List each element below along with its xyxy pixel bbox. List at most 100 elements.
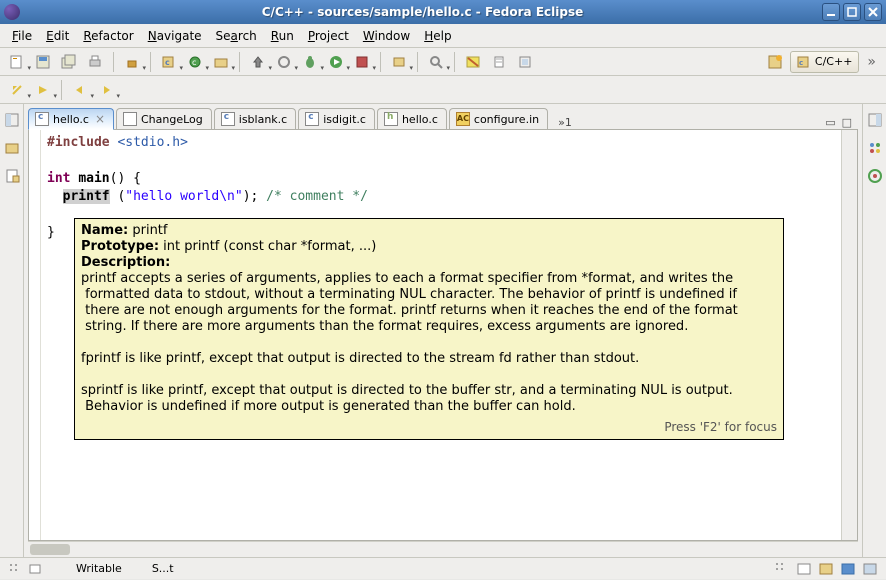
- c-file-icon: [305, 112, 319, 126]
- tab-isblank[interactable]: isblank.c: [214, 108, 296, 129]
- include-keyword: #include: [47, 135, 110, 150]
- status-properties-icon[interactable]: [862, 561, 878, 577]
- restore-left-icon[interactable]: [4, 112, 20, 128]
- build-button[interactable]: [121, 51, 143, 73]
- maximize-editor-icon[interactable]: □: [842, 116, 852, 129]
- tab-configure[interactable]: AC configure.in: [449, 108, 548, 129]
- tab-label: hello.c: [53, 113, 89, 126]
- search-button[interactable]: [425, 51, 447, 73]
- next-annotation-button[interactable]: [32, 79, 54, 101]
- new-folder-button[interactable]: [210, 51, 232, 73]
- print-button[interactable]: [84, 51, 106, 73]
- tab-label: hello.c: [402, 113, 438, 126]
- toolbar-row-2: [0, 76, 886, 104]
- status-problems-icon[interactable]: [796, 561, 812, 577]
- project-explorer-icon[interactable]: [4, 140, 20, 156]
- debug-button[interactable]: [247, 51, 269, 73]
- menu-help[interactable]: Help: [418, 27, 457, 45]
- grip-icon[interactable]: [774, 561, 786, 575]
- last-edit-button[interactable]: [6, 79, 28, 101]
- status-mode: S...t: [152, 562, 174, 575]
- include-header: <stdio.h>: [117, 135, 187, 150]
- annotation-button[interactable]: [462, 51, 484, 73]
- grip-icon[interactable]: [8, 562, 20, 576]
- forward-button[interactable]: [95, 79, 117, 101]
- menu-navigate[interactable]: Navigate: [142, 27, 208, 45]
- c-file-icon: [35, 112, 49, 126]
- svg-text:c: c: [192, 58, 196, 67]
- titlebar: C/C++ - sources/sample/hello.c - Fedora …: [0, 0, 886, 24]
- separator: [113, 52, 114, 72]
- kw-int: int: [47, 171, 70, 186]
- tooltip-name-value: printf: [132, 223, 167, 238]
- save-button[interactable]: [32, 51, 54, 73]
- tab-label: configure.in: [474, 113, 539, 126]
- external-tools-button[interactable]: [351, 51, 373, 73]
- outline-icon[interactable]: [867, 140, 883, 156]
- close-brace: }: [47, 225, 55, 240]
- new-button[interactable]: [6, 51, 28, 73]
- tab-changelog[interactable]: ChangeLog: [116, 108, 212, 129]
- menu-window[interactable]: Window: [357, 27, 416, 45]
- menu-file[interactable]: File: [6, 27, 38, 45]
- tab-hello-c-active[interactable]: hello.c ×: [28, 108, 114, 130]
- menu-project[interactable]: Project: [302, 27, 355, 45]
- more-tabs-indicator[interactable]: »1: [554, 116, 576, 129]
- svg-text:c: c: [799, 59, 803, 67]
- menu-edit[interactable]: Edit: [40, 27, 75, 45]
- separator: [239, 52, 240, 72]
- minimize-editor-icon[interactable]: ▭: [825, 116, 835, 129]
- status-console-icon[interactable]: [840, 561, 856, 577]
- h-file-icon: [384, 112, 398, 126]
- perspective-more[interactable]: »: [863, 54, 880, 70]
- fn-printf: printf: [63, 189, 110, 204]
- tab-isdigit[interactable]: isdigit.c: [298, 108, 375, 129]
- main-sig: () {: [110, 171, 141, 186]
- editor-tabstrip: hello.c × ChangeLog isblank.c isdigit.c …: [28, 108, 858, 130]
- separator: [417, 52, 418, 72]
- perspective-label: C/C++: [815, 55, 853, 68]
- toggle-mark-button[interactable]: [488, 51, 510, 73]
- scroll-thumb[interactable]: [30, 544, 70, 555]
- left-trim: [0, 104, 24, 557]
- close-button[interactable]: [864, 3, 882, 21]
- vertical-scrollbar[interactable]: [841, 130, 857, 540]
- navigator-icon[interactable]: [4, 168, 20, 184]
- separator: [150, 52, 151, 72]
- minimize-button[interactable]: [822, 3, 840, 21]
- perspective-c-cpp[interactable]: c C/C++: [790, 51, 860, 73]
- menu-refactor[interactable]: Refactor: [77, 27, 139, 45]
- bug-button[interactable]: [299, 51, 321, 73]
- window-title: C/C++ - sources/sample/hello.c - Fedora …: [26, 5, 819, 19]
- c-file-icon: [221, 112, 235, 126]
- status-tasks-icon[interactable]: [818, 561, 834, 577]
- new-c-project-button[interactable]: c: [158, 51, 180, 73]
- svg-text:c: c: [165, 58, 170, 67]
- menubar: File Edit Refactor Navigate Search Run P…: [0, 24, 886, 48]
- tooltip-proto-label: Prototype:: [81, 239, 159, 254]
- run-button[interactable]: [325, 51, 347, 73]
- status-toggle-icon[interactable]: [24, 558, 46, 580]
- block-select-button[interactable]: [514, 51, 536, 73]
- back-button[interactable]: [69, 79, 91, 101]
- profile-button[interactable]: [273, 51, 295, 73]
- changelog-file-icon: [123, 112, 137, 126]
- maximize-button[interactable]: [843, 3, 861, 21]
- horizontal-scrollbar[interactable]: [28, 541, 858, 557]
- separator: [454, 52, 455, 72]
- restore-right-icon[interactable]: [867, 112, 883, 128]
- open-perspective-button[interactable]: [764, 51, 786, 73]
- tab-label: isdigit.c: [323, 113, 366, 126]
- open-type-button[interactable]: [388, 51, 410, 73]
- tab-hello-c[interactable]: hello.c: [377, 108, 447, 129]
- tooltip-name-label: Name:: [81, 223, 128, 238]
- make-targets-icon[interactable]: [867, 168, 883, 184]
- separator: [380, 52, 381, 72]
- menu-run[interactable]: Run: [265, 27, 300, 45]
- close-tab-icon[interactable]: ×: [95, 112, 105, 126]
- save-all-button[interactable]: [58, 51, 80, 73]
- comment: /* comment */: [266, 189, 368, 204]
- menu-search[interactable]: Search: [210, 27, 263, 45]
- tooltip-footer: Press 'F2' for focus: [81, 419, 777, 435]
- new-cpp-class-button[interactable]: c: [184, 51, 206, 73]
